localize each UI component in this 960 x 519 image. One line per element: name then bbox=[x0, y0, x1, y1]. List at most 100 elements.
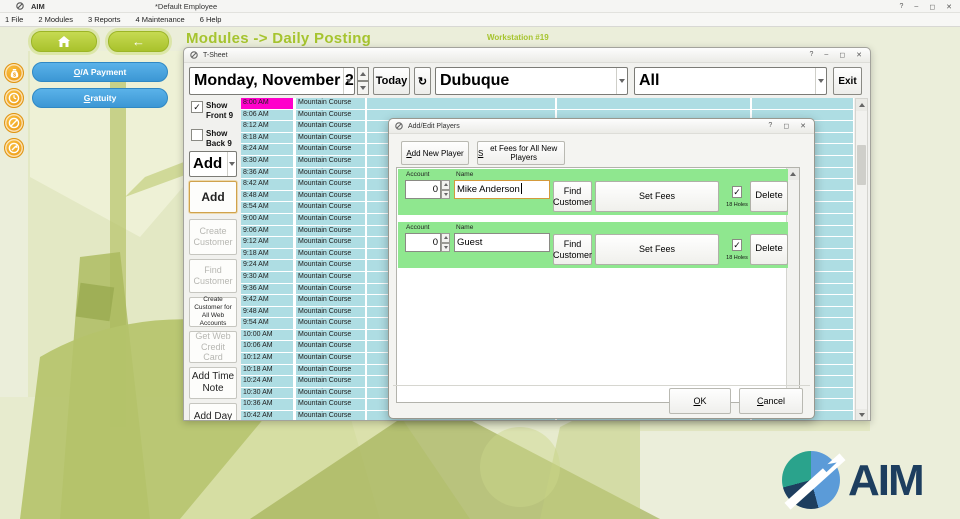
dialog-title-bar[interactable]: Add/Edit Players ?◻✕ bbox=[389, 119, 814, 134]
course-cell[interactable]: Mountain Course bbox=[296, 133, 365, 144]
date-spinner-up[interactable] bbox=[357, 67, 369, 81]
course-cell[interactable]: Mountain Course bbox=[296, 121, 365, 132]
tee-time-cell[interactable]: 10:36 AM bbox=[241, 399, 293, 410]
grid-scrollbar[interactable] bbox=[855, 98, 868, 421]
money-bag-button[interactable]: $ bbox=[4, 63, 24, 83]
filter-dropdown-icon[interactable] bbox=[815, 68, 826, 94]
course-cell[interactable]: Mountain Course bbox=[296, 214, 365, 225]
find-customer-button[interactable]: Find Customer bbox=[553, 234, 592, 265]
ok-button[interactable]: OK bbox=[669, 388, 731, 414]
back-button[interactable]: ← bbox=[108, 31, 169, 52]
set-fees-button[interactable]: Set Fees bbox=[595, 234, 719, 265]
course-cell[interactable]: Mountain Course bbox=[296, 144, 365, 155]
course-cell[interactable]: Mountain Course bbox=[296, 330, 365, 341]
tsheet-minimize-icon[interactable]: – bbox=[824, 51, 828, 58]
tsheet-title-bar[interactable]: T-Sheet ?–◻✕ bbox=[184, 48, 870, 63]
main-close-icon[interactable]: ✕ bbox=[946, 3, 952, 11]
course-cell[interactable]: Mountain Course bbox=[296, 156, 365, 167]
account-spinner-down[interactable] bbox=[441, 190, 450, 200]
menu-item-help[interactable]: 6 Help bbox=[200, 15, 222, 24]
tee-time-cell[interactable]: 8:54 AM bbox=[241, 202, 293, 213]
no-sale-button[interactable] bbox=[4, 113, 24, 133]
tee-time-cell[interactable]: 10:30 AM bbox=[241, 388, 293, 399]
tee-time-cell[interactable]: 8:30 AM bbox=[241, 156, 293, 167]
tee-time-cell[interactable]: 9:36 AM bbox=[241, 284, 293, 295]
tee-time-cell[interactable]: 9:30 AM bbox=[241, 272, 293, 283]
course-cell[interactable]: Mountain Course bbox=[296, 226, 365, 237]
tee-time-cell[interactable]: 9:48 AM bbox=[241, 307, 293, 318]
course-cell[interactable]: Mountain Course bbox=[296, 110, 365, 121]
main-help-icon[interactable]: ? bbox=[900, 3, 904, 10]
course-cell[interactable]: Mountain Course bbox=[296, 295, 365, 306]
panel-button-create-customer-for-all-web-accounts[interactable]: Create Customer for All Web Accounts bbox=[189, 297, 237, 327]
player-slot-cell[interactable] bbox=[367, 98, 555, 109]
add-combobox[interactable]: Add bbox=[189, 151, 237, 177]
set-fees-button[interactable]: Set Fees bbox=[595, 181, 719, 212]
tee-time-cell[interactable]: 8:00 AM bbox=[241, 98, 293, 109]
player-slot-cell[interactable] bbox=[557, 98, 750, 109]
tsheet-close-icon[interactable]: ✕ bbox=[856, 51, 862, 59]
location-combobox[interactable]: Dubuque bbox=[435, 67, 628, 95]
account-spinner-down[interactable] bbox=[441, 243, 450, 253]
tee-time-cell[interactable]: 8:48 AM bbox=[241, 191, 293, 202]
course-cell[interactable]: Mountain Course bbox=[296, 318, 365, 329]
grid-scroll-thumb[interactable] bbox=[857, 145, 866, 185]
home-button[interactable] bbox=[31, 31, 97, 52]
holes-checkbox[interactable]: ✓ bbox=[732, 186, 742, 198]
course-cell[interactable]: Mountain Course bbox=[296, 191, 365, 202]
panel-button-add-day[interactable]: Add Day bbox=[189, 403, 237, 421]
tee-time-cell[interactable]: 8:18 AM bbox=[241, 133, 293, 144]
add-new-player-button[interactable]: Add New Player bbox=[401, 141, 469, 165]
tee-time-cell[interactable]: 9:06 AM bbox=[241, 226, 293, 237]
tee-time-cell[interactable]: 9:24 AM bbox=[241, 260, 293, 271]
dialog-close-icon[interactable]: ✕ bbox=[800, 122, 806, 130]
holes-checkbox[interactable]: ✓ bbox=[732, 239, 742, 251]
course-cell[interactable]: Mountain Course bbox=[296, 179, 365, 190]
cancel-button[interactable]: Cancel bbox=[739, 388, 803, 414]
course-cell[interactable]: Mountain Course bbox=[296, 353, 365, 364]
location-dropdown-icon[interactable] bbox=[616, 68, 627, 94]
delete-button[interactable]: Delete bbox=[750, 181, 788, 212]
course-cell[interactable]: Mountain Course bbox=[296, 341, 365, 352]
main-restore-icon[interactable]: ◻ bbox=[929, 3, 935, 11]
exit-button[interactable]: Exit bbox=[833, 67, 862, 95]
course-cell[interactable]: Mountain Course bbox=[296, 168, 365, 179]
course-cell[interactable]: Mountain Course bbox=[296, 411, 365, 421]
add-combo-dropdown-icon[interactable] bbox=[227, 152, 236, 176]
show-back9-row[interactable]: Show Back 9 bbox=[191, 129, 239, 149]
course-cell[interactable]: Mountain Course bbox=[296, 399, 365, 410]
oa-payment-button[interactable]: O/A Payment bbox=[32, 62, 168, 82]
dialog-help-icon[interactable]: ? bbox=[768, 122, 772, 129]
dialog-restore-icon[interactable]: ◻ bbox=[783, 122, 789, 130]
tee-time-cell[interactable]: 9:54 AM bbox=[241, 318, 293, 329]
tee-time-cell[interactable]: 9:12 AM bbox=[241, 237, 293, 248]
today-button[interactable]: Today bbox=[373, 67, 410, 95]
tee-time-cell[interactable]: 8:42 AM bbox=[241, 179, 293, 190]
course-cell[interactable]: Mountain Course bbox=[296, 260, 365, 271]
tee-time-cell[interactable]: 9:42 AM bbox=[241, 295, 293, 306]
tee-time-cell[interactable]: 9:18 AM bbox=[241, 249, 293, 260]
tee-time-cell[interactable]: 10:00 AM bbox=[241, 330, 293, 341]
tee-time-cell[interactable]: 10:24 AM bbox=[241, 376, 293, 387]
course-cell[interactable]: Mountain Course bbox=[296, 237, 365, 248]
player-name-input[interactable]: Mike Anderson bbox=[454, 180, 550, 199]
menu-item-file[interactable]: 1 File bbox=[5, 15, 23, 24]
grid-scroll-up-icon[interactable] bbox=[856, 99, 867, 111]
tee-time-cell[interactable]: 10:42 AM bbox=[241, 411, 293, 421]
tee-time-cell[interactable]: 10:06 AM bbox=[241, 341, 293, 352]
tee-time-cell[interactable]: 9:00 AM bbox=[241, 214, 293, 225]
grid-scroll-down-icon[interactable] bbox=[856, 409, 867, 421]
account-spinner-up[interactable] bbox=[441, 233, 450, 243]
tee-time-cell[interactable]: 8:36 AM bbox=[241, 168, 293, 179]
refresh-button[interactable]: ↻ bbox=[414, 67, 431, 95]
tee-time-cell[interactable]: 10:12 AM bbox=[241, 353, 293, 364]
player-scroll-up-icon[interactable] bbox=[787, 168, 799, 180]
tee-time-cell[interactable]: 8:24 AM bbox=[241, 144, 293, 155]
tsheet-help-icon[interactable]: ? bbox=[810, 51, 814, 58]
course-cell[interactable]: Mountain Course bbox=[296, 307, 365, 318]
tee-time-cell[interactable]: 8:06 AM bbox=[241, 110, 293, 121]
account-input[interactable]: 0 bbox=[405, 180, 441, 199]
delete-button[interactable]: Delete bbox=[750, 234, 788, 265]
set-fees-all-button[interactable]: Set Fees for All New Players bbox=[477, 141, 565, 165]
date-spinner-down[interactable] bbox=[357, 81, 369, 95]
